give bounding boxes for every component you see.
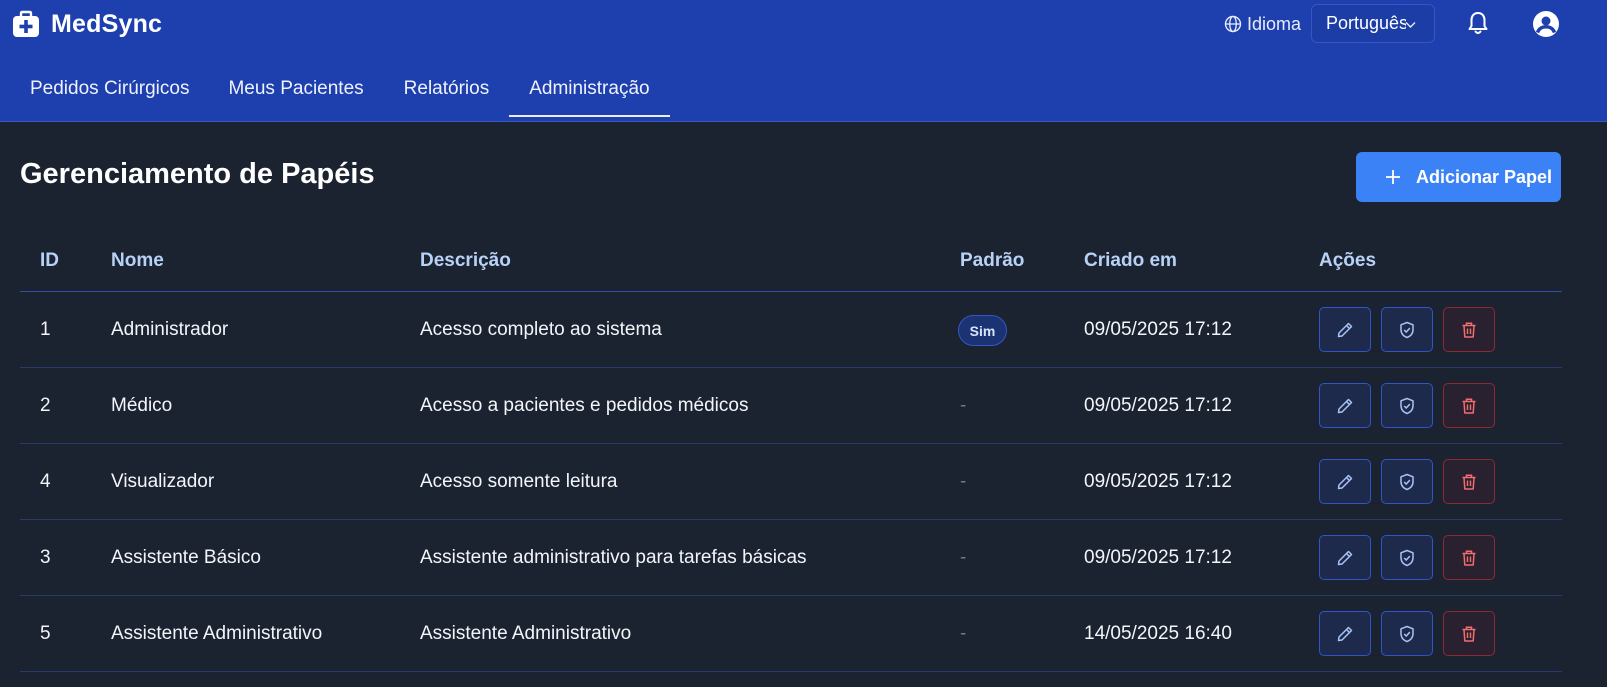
edit-role-button[interactable] bbox=[1319, 611, 1371, 656]
column-header-created: Criado em bbox=[1084, 250, 1177, 271]
column-header-default: Padrão bbox=[960, 250, 1025, 271]
description-cell: Acesso a pacientes e pedidos médicos bbox=[420, 395, 749, 416]
main-tabs: Pedidos Cirúrgicos Meus Pacientes Relató… bbox=[0, 68, 671, 122]
delete-role-button[interactable] bbox=[1443, 383, 1495, 428]
id-cell: 4 bbox=[40, 471, 51, 492]
created-cell: 09/05/2025 17:12 bbox=[1084, 547, 1232, 568]
delete-role-button[interactable] bbox=[1443, 611, 1495, 656]
language-select[interactable]: Português bbox=[1311, 4, 1435, 43]
trash-icon bbox=[1462, 321, 1476, 338]
permissions-button[interactable] bbox=[1381, 611, 1433, 656]
edit-role-button[interactable] bbox=[1319, 383, 1371, 428]
medical-kit-icon bbox=[13, 10, 39, 37]
permissions-button[interactable] bbox=[1381, 459, 1433, 504]
tab-surgical-requests[interactable]: Pedidos Cirúrgicos bbox=[30, 68, 189, 122]
pencil-icon bbox=[1337, 322, 1353, 337]
created-cell: 14/05/2025 16:40 bbox=[1084, 623, 1232, 644]
edit-role-button[interactable] bbox=[1319, 459, 1371, 504]
language-picker: Idioma bbox=[1224, 4, 1301, 44]
description-cell: Assistente administrativo para tarefas b… bbox=[420, 547, 807, 568]
column-header-id: ID bbox=[40, 250, 59, 271]
edit-role-button[interactable] bbox=[1319, 307, 1371, 352]
column-header-actions: Ações bbox=[1319, 250, 1377, 271]
id-cell: 2 bbox=[40, 395, 51, 416]
description-cell: Acesso completo ao sistema bbox=[420, 319, 662, 340]
created-cell: 09/05/2025 17:12 bbox=[1084, 319, 1232, 340]
add-role-button-label: Adicionar Papel bbox=[1416, 167, 1553, 187]
delete-role-button[interactable] bbox=[1443, 307, 1495, 352]
add-role-button[interactable]: Adicionar Papel bbox=[1356, 152, 1561, 202]
name-cell: Médico bbox=[111, 395, 173, 416]
trash-icon bbox=[1462, 473, 1476, 490]
trash-icon bbox=[1462, 625, 1476, 642]
trash-icon bbox=[1462, 549, 1476, 566]
pencil-icon bbox=[1337, 626, 1353, 641]
brand[interactable]: MedSync bbox=[12, 9, 162, 39]
globe-icon bbox=[1224, 15, 1242, 33]
permissions-button[interactable] bbox=[1381, 535, 1433, 580]
app-name: MedSync bbox=[51, 9, 163, 38]
trash-icon bbox=[1462, 397, 1476, 414]
table-row: 3 Assistente Básico Assistente administrat… bbox=[20, 520, 1562, 596]
pencil-icon bbox=[1337, 550, 1353, 565]
shield-check-icon bbox=[1400, 549, 1414, 566]
delete-role-button[interactable] bbox=[1443, 535, 1495, 580]
description-cell: Acesso somente leitura bbox=[420, 471, 618, 492]
default-cell: - bbox=[960, 547, 967, 568]
default-cell: - bbox=[960, 395, 967, 416]
name-cell: Administrador bbox=[111, 319, 229, 340]
table-body: 1 Administrador Acesso completo ao sistema… bbox=[20, 292, 1562, 672]
column-header-name: Nome bbox=[111, 250, 164, 271]
bell-icon[interactable] bbox=[1466, 10, 1490, 36]
table-row: 2 Médico Acesso a pacientes e pedidos médi… bbox=[20, 368, 1562, 444]
permissions-button[interactable] bbox=[1381, 383, 1433, 428]
name-cell: Assistente Administrativo bbox=[111, 623, 323, 644]
edit-role-button[interactable] bbox=[1319, 535, 1371, 580]
language-label: Idioma bbox=[1247, 13, 1302, 34]
table-row: 5 Assistente Administrativo Assistente Adm… bbox=[20, 596, 1562, 672]
roles-table: ID Nome Descrição Padrão Criado em Ações… bbox=[20, 236, 1562, 672]
table-row: 1 Administrador Acesso completo ao sistema… bbox=[20, 292, 1562, 368]
created-cell: 09/05/2025 17:12 bbox=[1084, 395, 1232, 416]
shield-check-icon bbox=[1400, 473, 1414, 490]
user-avatar-icon[interactable] bbox=[1532, 10, 1560, 38]
pencil-icon bbox=[1337, 474, 1353, 489]
delete-role-button[interactable] bbox=[1443, 459, 1495, 504]
name-cell: Visualizador bbox=[111, 471, 215, 492]
id-cell: 3 bbox=[40, 547, 51, 568]
default-badge-label: Sim bbox=[969, 322, 996, 339]
table-header: ID Nome Descrição Padrão Criado em Ações bbox=[20, 236, 1562, 292]
top-navigation-bar: MedSync Idioma Português Pedidos Cirúrgi… bbox=[0, 0, 1607, 122]
id-cell: 5 bbox=[40, 623, 51, 644]
shield-check-icon bbox=[1400, 321, 1414, 338]
tab-administration[interactable]: Administração bbox=[509, 68, 671, 122]
plus-icon bbox=[1386, 170, 1400, 184]
language-select-value: Português bbox=[1326, 13, 1406, 33]
tab-reports[interactable]: Relatórios bbox=[404, 68, 490, 122]
pencil-icon bbox=[1337, 398, 1353, 413]
shield-check-icon bbox=[1400, 625, 1414, 642]
name-cell: Assistente Básico bbox=[111, 547, 261, 568]
permissions-button[interactable] bbox=[1381, 307, 1433, 352]
column-header-description: Descrição bbox=[420, 250, 511, 271]
default-cell: - bbox=[960, 623, 967, 644]
default-cell: - bbox=[960, 471, 967, 492]
id-cell: 1 bbox=[40, 319, 51, 340]
tab-my-patients[interactable]: Meus Pacientes bbox=[228, 68, 363, 122]
description-cell: Assistente Administrativo bbox=[420, 623, 632, 644]
shield-check-icon bbox=[1400, 397, 1414, 414]
created-cell: 09/05/2025 17:12 bbox=[1084, 471, 1232, 492]
default-badge: Sim bbox=[958, 315, 1007, 346]
table-row: 4 Visualizador Acesso somente leitura - 09/0… bbox=[20, 444, 1562, 520]
page-title: Gerenciamento de Papéis bbox=[20, 158, 375, 190]
chevron-down-icon bbox=[1405, 22, 1416, 28]
